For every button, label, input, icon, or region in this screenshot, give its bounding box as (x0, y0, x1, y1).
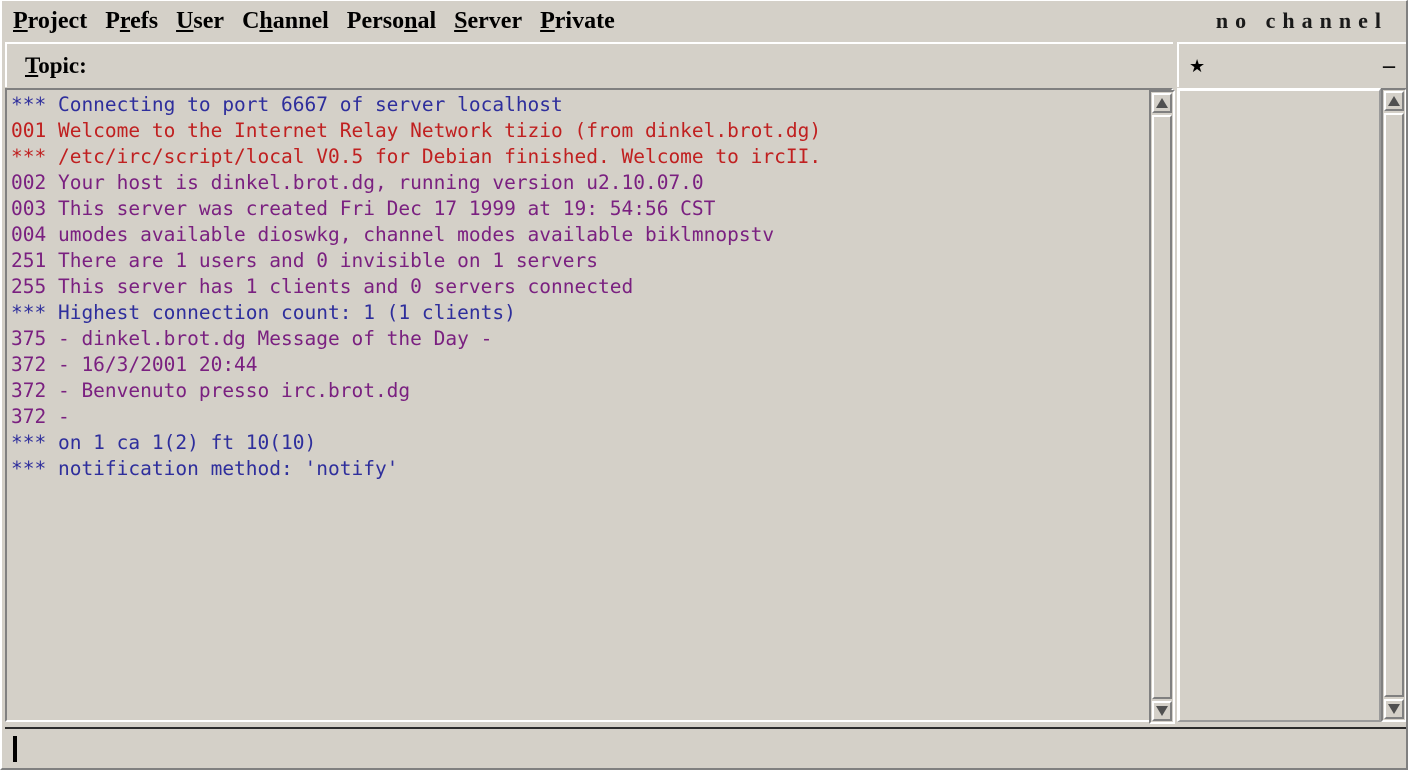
menu-item-project[interactable]: Project (5, 6, 95, 36)
irc-client-window: Project Prefs User Channel Personal Serv… (0, 0, 1408, 770)
menu-item-user[interactable]: User (168, 6, 232, 36)
message-input[interactable] (7, 733, 1403, 765)
nicklist-scroll-down-button[interactable] (1384, 699, 1404, 719)
menu-item-personal[interactable]: Personal (339, 6, 444, 36)
menu-item-private[interactable]: Private (532, 6, 623, 36)
nicklist-header: ★ – (1177, 42, 1406, 87)
menu-item-server[interactable]: Server (446, 6, 530, 36)
input-bar (5, 727, 1406, 767)
topic-panel[interactable]: Topic: (5, 42, 1173, 87)
chat-scroll-down-button[interactable] (1152, 701, 1172, 721)
menu-mnemonic: P (540, 8, 555, 34)
chat-frame: *** Connecting to port 6667 of server lo… (5, 88, 1175, 724)
chat-scroll-up-button[interactable] (1152, 93, 1172, 113)
chat-line: 372 - 16/3/2001 20:44 (11, 353, 258, 376)
channel-status-label: no channel (1215, 8, 1388, 33)
nicklist-box[interactable] (1177, 88, 1381, 722)
dash-icon: – (1383, 52, 1395, 79)
menu-mnemonic: U (176, 8, 194, 34)
topic-row: Topic: ★ – (5, 42, 1406, 87)
chat-line: 251 There are 1 users and 0 invisible on… (11, 249, 598, 272)
menu-mnemonic: h (259, 8, 273, 34)
chat-line: *** notification method: 'notify' (11, 457, 399, 480)
main-area: *** Connecting to port 6667 of server lo… (5, 88, 1406, 724)
menu-mnemonic: r (119, 8, 131, 34)
nicklist-scroll-thumb[interactable] (1384, 113, 1404, 697)
up-arrow-icon (1156, 98, 1168, 108)
chat-line: 372 - (11, 405, 70, 428)
chat-scroll-thumb[interactable] (1152, 115, 1172, 699)
chat-line: *** /etc/irc/script/local V0.5 for Debia… (11, 145, 822, 168)
menu-mnemonic: S (454, 8, 468, 34)
chat-line: *** Connecting to port 6667 of server lo… (11, 93, 563, 116)
topic-label: Topic: (25, 52, 87, 78)
chat-line: 002 Your host is dinkel.brot.dg, running… (11, 171, 704, 194)
nicklist-frame (1177, 88, 1406, 722)
menu-item-channel[interactable]: Channel (234, 6, 337, 36)
chat-line: 003 This server was created Fri Dec 17 1… (11, 197, 716, 220)
chat-line: 372 - Benvenuto presso irc.brot.dg (11, 379, 411, 402)
chat-line: 255 This server has 1 clients and 0 serv… (11, 275, 634, 298)
menu-bar: Project Prefs User Channel Personal Serv… (5, 2, 1406, 40)
star-icon: ★ (1189, 55, 1206, 76)
chat-line: *** Highest connection count: 1 (1 clien… (11, 301, 516, 324)
down-arrow-icon (1388, 704, 1400, 714)
nicklist-scroll-up-button[interactable] (1384, 91, 1404, 111)
menu-mnemonic: n (404, 8, 418, 34)
chat-line: 001 Welcome to the Internet Relay Networ… (11, 119, 822, 142)
chat-line: 375 - dinkel.brot.dg Message of the Day … (11, 327, 493, 350)
chat-line: *** on 1 ca 1(2) ft 10(10) (11, 431, 317, 454)
up-arrow-icon (1388, 96, 1400, 106)
menu-mnemonic: P (13, 8, 28, 34)
chat-scrollbar[interactable] (1149, 90, 1175, 724)
chat-line: 004 umodes available dioswkg, channel mo… (11, 223, 775, 246)
nicklist-scrollbar[interactable] (1381, 88, 1406, 722)
down-arrow-icon (1156, 706, 1168, 716)
chat-transcript[interactable]: *** Connecting to port 6667 of server lo… (7, 90, 1149, 724)
text-caret (13, 736, 17, 762)
topic-mnemonic: T (25, 52, 39, 78)
menu-item-prefs[interactable]: Prefs (97, 6, 166, 36)
